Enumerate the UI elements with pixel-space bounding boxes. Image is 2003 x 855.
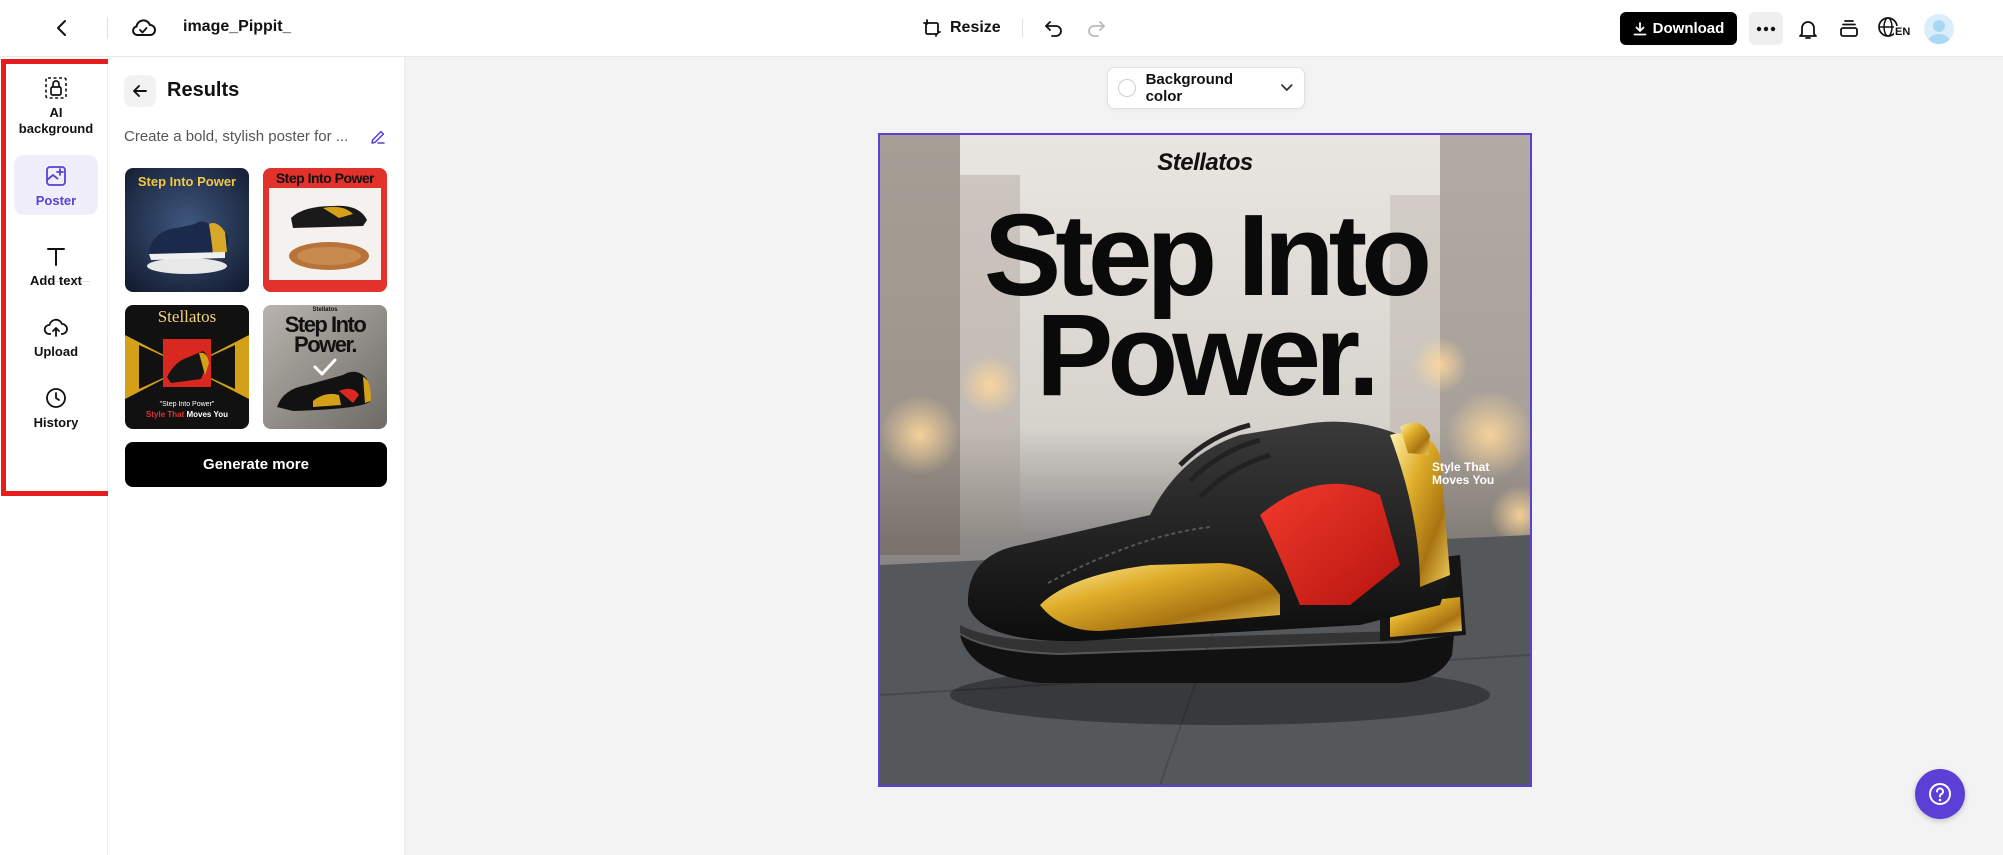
back-button[interactable] — [44, 10, 80, 46]
background-color-button[interactable]: Background color — [1107, 67, 1305, 109]
pencil-icon — [371, 130, 385, 144]
chevron-left-icon — [57, 20, 66, 36]
upload-icon — [43, 314, 69, 340]
poster-headline-line-2: Power. — [1036, 290, 1380, 420]
background-color-label: Background color — [1145, 71, 1234, 105]
download-button[interactable]: Download — [1620, 12, 1737, 45]
cloud-icon — [132, 19, 156, 36]
avatar[interactable] — [1924, 14, 1954, 44]
more-horizontal-icon — [1756, 26, 1776, 31]
sidebar-item-poster[interactable]: Poster — [14, 155, 98, 215]
results-panel: Results Create a bold, stylish poster fo… — [108, 57, 405, 855]
help-icon — [1929, 783, 1951, 805]
download-label: Download — [1652, 20, 1725, 37]
checkmark-icon — [313, 358, 337, 376]
arrow-left-icon — [133, 85, 147, 97]
bell-icon — [1799, 20, 1817, 39]
results-title: Results — [167, 79, 240, 101]
resize-button[interactable]: Resize — [922, 12, 1001, 44]
sidebar-item-history[interactable]: History — [14, 385, 98, 439]
poster-headline: Step Into Power. — [880, 197, 1530, 420]
results-back-button[interactable] — [124, 75, 156, 107]
resize-icon — [923, 19, 941, 37]
layers-button[interactable] — [1832, 12, 1866, 45]
user-icon — [1928, 20, 1950, 44]
sidebar-item-label: AI background — [18, 105, 94, 136]
download-icon — [1633, 21, 1647, 35]
divider — [1022, 19, 1023, 37]
sidebar-item-label: Upload — [33, 344, 79, 359]
sidebar-item-ai-background[interactable]: AI background — [14, 75, 98, 139]
undo-icon — [1045, 21, 1062, 37]
result-thumbnail[interactable]: Stellatos "Step Into Power" Style That M… — [125, 305, 249, 429]
sidebar-item-label: Poster — [35, 193, 77, 208]
resize-label: Resize — [950, 19, 1001, 36]
notifications-button[interactable] — [1791, 12, 1825, 45]
poster-canvas[interactable]: Stellatos Step Into Power. Style That Mo… — [878, 133, 1532, 787]
more-options-button[interactable] — [1749, 12, 1783, 45]
generate-more-button[interactable]: Generate more — [125, 442, 387, 487]
poster-brand: Stellatos — [1157, 149, 1253, 176]
thumbnail-tagline: "Step Into Power" — [159, 401, 215, 408]
cloud-save-button[interactable] — [125, 10, 161, 46]
redo-icon — [1088, 21, 1105, 37]
language-button[interactable]: EN — [1876, 12, 1912, 45]
stack-icon — [1840, 19, 1858, 37]
history-icon — [43, 385, 69, 411]
sidebar-item-add-text[interactable]: Add text — [14, 243, 98, 297]
thumbnail-tagline-red: Style That — [146, 410, 185, 419]
color-swatch — [1118, 79, 1136, 97]
thumbnail-tagline-white: Moves You — [186, 410, 228, 419]
result-thumbnail[interactable]: Step Into Power — [125, 168, 249, 292]
result-thumbnail[interactable]: Step Into Power — [263, 168, 387, 292]
poster-icon — [43, 163, 69, 189]
thumbnail-headline: Step Into Power — [275, 170, 375, 186]
result-thumbnail[interactable]: Stellatos Step Into Power. — [263, 305, 387, 429]
thumbnail-headline: Step Into Power — [137, 174, 237, 189]
thumbnail-image — [263, 168, 387, 292]
edit-prompt-button[interactable] — [366, 125, 390, 149]
top-bar: image_Pippit_20 Resize Download EN — [0, 0, 2003, 57]
sidebar-item-upload[interactable]: Upload — [14, 314, 98, 368]
chevron-down-icon — [1281, 84, 1293, 91]
canvas-area: Background color Stellatos Step Into Pow… — [405, 57, 2003, 855]
redo-button[interactable] — [1080, 12, 1112, 44]
divider — [107, 17, 108, 39]
poster-tagline-line-2: Moves You — [1432, 473, 1495, 487]
text-icon — [43, 243, 69, 269]
language-label: EN — [1894, 26, 1912, 38]
file-name[interactable]: image_Pippit_20 — [183, 18, 291, 36]
thumbnail-headline-2: Power. — [294, 332, 357, 357]
thumbnail-tagline-2: Style That Moves You — [125, 410, 249, 419]
tools-sidebar: AI background Poster Add text Upload His… — [0, 57, 121, 855]
poster-tagline: Style That Moves You — [1432, 461, 1512, 487]
thumbnail-brand: Stellatos — [157, 307, 217, 326]
help-button[interactable] — [1915, 769, 1965, 819]
sidebar-item-label: Add text — [30, 273, 82, 288]
undo-button[interactable] — [1038, 12, 1070, 44]
ai-background-icon — [43, 75, 69, 101]
sidebar-item-label: History — [33, 415, 79, 430]
prompt-text: Create a bold, stylish poster for ... — [124, 128, 349, 145]
